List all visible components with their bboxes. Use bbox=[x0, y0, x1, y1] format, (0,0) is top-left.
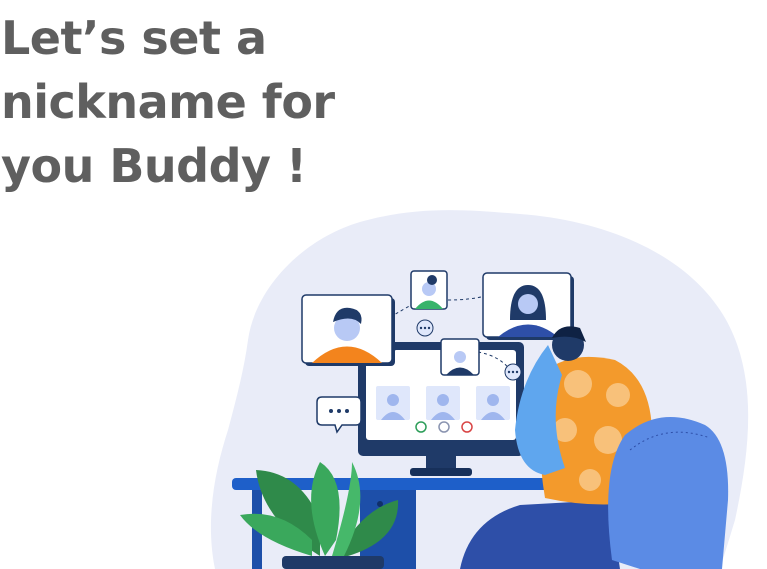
end-call-icon bbox=[461, 421, 473, 433]
onboarding-screen: Let’s set a nickname for you Buddy ! bbox=[0, 0, 767, 569]
video-call-illustration bbox=[210, 210, 749, 569]
plant-pot bbox=[282, 556, 384, 569]
chair bbox=[608, 417, 729, 569]
call-accept-icon bbox=[415, 421, 427, 433]
speaker-icon bbox=[438, 421, 450, 433]
